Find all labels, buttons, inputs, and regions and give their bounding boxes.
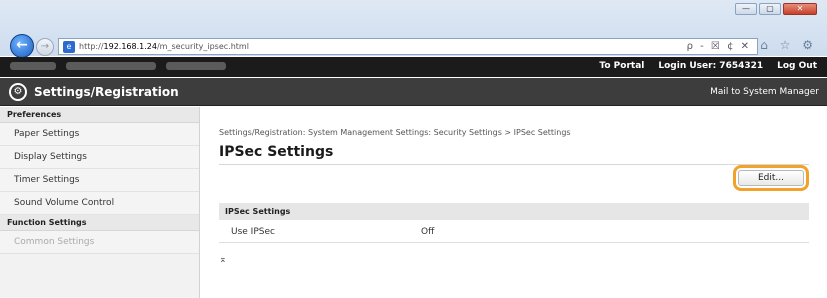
row-label: Use IPSec (231, 227, 275, 237)
table-row: Use IPSec Off (219, 221, 809, 243)
sidebar: Preferences Paper Settings Display Setti… (0, 107, 200, 298)
to-portal-link[interactable]: To Portal (599, 61, 644, 71)
section-header: IPSec Settings (219, 203, 809, 220)
settings-gear-icon: ⚙ (9, 83, 27, 101)
sidebar-section-preferences: Preferences (0, 107, 199, 123)
page-title: IPSec Settings (219, 144, 334, 160)
close-icon[interactable]: ✕ (783, 3, 817, 15)
sidebar-item-paper-settings[interactable]: Paper Settings (0, 123, 199, 146)
blurred-text (166, 62, 226, 70)
maximize-icon[interactable]: ▢ (759, 3, 781, 15)
url-path: /m_security_ipsec.html (156, 42, 249, 51)
browser-chrome: — ▢ ✕ ← → e http://192.168.1.24/m_securi… (0, 0, 827, 58)
row-value: Off (421, 227, 435, 237)
minimize-icon[interactable]: — (735, 3, 757, 15)
sidebar-item-display-settings[interactable]: Display Settings (0, 146, 199, 169)
mail-to-manager-link[interactable]: Mail to System Manager (710, 87, 819, 97)
address-tools-icon[interactable]: ρ - ☒ ¢ ✕ (687, 41, 751, 52)
page-header: ⚙ Settings/Registration Mail to System M… (0, 78, 827, 106)
url-prefix: http:// (79, 42, 104, 51)
title-divider (219, 164, 809, 165)
device-name-blurred (10, 62, 270, 71)
sidebar-section-function-settings: Function Settings (0, 215, 199, 231)
top-bar: To Portal Login User: 7654321 Log Out (0, 57, 827, 77)
sidebar-item-sound-volume-control[interactable]: Sound Volume Control (0, 192, 199, 215)
login-user-label: Login User: 7654321 (658, 61, 764, 71)
page-icon: e (63, 40, 75, 53)
forward-button[interactable]: → (36, 38, 54, 56)
to-top-icon[interactable]: ⌅ (219, 255, 227, 265)
address-bar[interactable]: e http://192.168.1.24/m_security_ipsec.h… (58, 38, 758, 55)
address-url: http://192.168.1.24/m_security_ipsec.htm… (79, 42, 249, 51)
window-controls: — ▢ ✕ (735, 3, 817, 15)
edit-button[interactable]: Edit... (738, 170, 804, 186)
sidebar-item-timer-settings[interactable]: Timer Settings (0, 169, 199, 192)
header-title: Settings/Registration (34, 85, 179, 99)
browser-toolbar-icon[interactable]: ⌂ ☆ ⚙ (760, 38, 817, 52)
blurred-text (66, 62, 156, 70)
url-host: 192.168.1.24 (103, 42, 157, 51)
breadcrumb: Settings/Registration: System Management… (219, 128, 571, 137)
sidebar-item-common-settings[interactable]: Common Settings (0, 231, 199, 254)
topbar-links: To Portal Login User: 7654321 Log Out (599, 61, 817, 71)
blurred-text (10, 62, 56, 70)
back-button[interactable]: ← (10, 34, 34, 58)
main-content: Settings/Registration: System Management… (201, 107, 827, 298)
edit-button-highlight: Edit... (733, 165, 809, 191)
log-out-link[interactable]: Log Out (777, 61, 817, 71)
